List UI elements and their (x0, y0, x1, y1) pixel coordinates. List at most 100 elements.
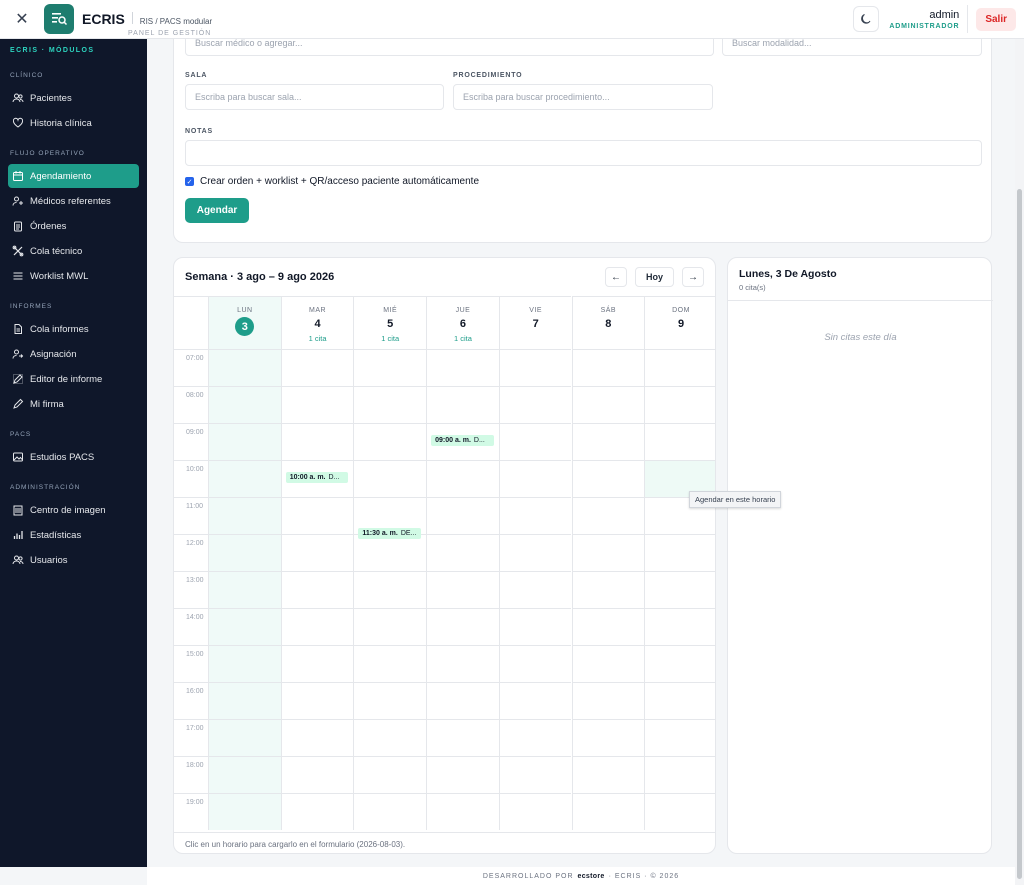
time-slot[interactable] (353, 460, 427, 497)
sala-input[interactable]: Escriba para buscar sala... (185, 84, 444, 110)
sidebar-item[interactable]: Historia clínica (8, 111, 139, 135)
time-slot[interactable] (426, 793, 499, 830)
time-slot[interactable] (208, 682, 281, 719)
day-column-header[interactable]: SÁB 8 (571, 296, 645, 349)
time-slot[interactable] (498, 571, 572, 608)
time-slot[interactable] (644, 645, 715, 682)
time-slot[interactable] (498, 349, 572, 386)
time-slot[interactable] (208, 645, 281, 682)
time-slot[interactable] (208, 534, 281, 571)
time-slot[interactable] (208, 497, 281, 534)
time-slot[interactable] (426, 645, 499, 682)
today-button[interactable]: Hoy (634, 267, 674, 287)
time-slot[interactable] (208, 460, 281, 497)
day-column-header[interactable]: MAR 4 1 cita (280, 296, 354, 349)
sidebar-item[interactable]: Usuarios (8, 548, 139, 572)
time-slot[interactable] (353, 645, 427, 682)
medico-search-input[interactable]: Buscar médico o agregar... (185, 39, 714, 56)
appointment-event[interactable]: 11:30 a. m. DE... (358, 527, 422, 539)
time-slot[interactable] (498, 682, 572, 719)
time-slot[interactable] (280, 349, 354, 386)
sidebar-item[interactable]: Cola técnico (8, 239, 139, 263)
time-slot[interactable] (498, 534, 572, 571)
day-column-header[interactable]: VIE 7 (498, 296, 572, 349)
time-slot[interactable] (571, 423, 645, 460)
time-slot[interactable] (280, 571, 354, 608)
footer-brand[interactable]: ecstore (578, 873, 605, 880)
time-slot[interactable] (280, 608, 354, 645)
time-slot[interactable] (353, 608, 427, 645)
prev-week-button[interactable]: ← (604, 267, 627, 287)
time-slot[interactable] (498, 645, 572, 682)
time-slot[interactable] (498, 719, 572, 756)
time-slot[interactable] (353, 349, 427, 386)
time-slot[interactable] (571, 719, 645, 756)
logout-button[interactable]: Salir (976, 7, 1016, 31)
time-slot[interactable] (498, 793, 572, 830)
time-slot[interactable] (426, 386, 499, 423)
time-slot[interactable] (644, 534, 715, 571)
scrollbar-thumb[interactable] (1017, 189, 1022, 879)
time-slot[interactable] (280, 793, 354, 830)
sidebar-item[interactable]: Estadísticas (8, 523, 139, 547)
appointment-event[interactable]: 09:00 a. m. D... (431, 435, 494, 446)
time-slot[interactable] (571, 608, 645, 645)
modalidad-search-input[interactable]: Buscar modalidad... (722, 39, 982, 56)
sidebar-item[interactable]: Pacientes (8, 86, 139, 110)
time-slot[interactable] (571, 386, 645, 423)
time-slot[interactable] (426, 682, 499, 719)
time-slot[interactable] (644, 719, 715, 756)
time-slot[interactable] (571, 793, 645, 830)
sidebar-item[interactable]: Médicos referentes (8, 189, 139, 213)
time-slot[interactable] (498, 460, 572, 497)
time-slot[interactable] (498, 423, 572, 460)
time-slot[interactable] (571, 349, 645, 386)
sidebar-item[interactable]: Agendamiento (8, 164, 139, 188)
sidebar-item[interactable]: Centro de imagen (8, 498, 139, 522)
time-slot[interactable] (353, 682, 427, 719)
time-slot[interactable] (353, 793, 427, 830)
time-slot[interactable] (426, 756, 499, 793)
time-slot[interactable] (426, 534, 499, 571)
time-slot[interactable] (353, 423, 427, 460)
time-slot[interactable] (280, 386, 354, 423)
agendar-button[interactable]: Agendar (185, 198, 249, 223)
close-icon[interactable]: ✕ (0, 0, 44, 39)
time-slot[interactable] (208, 608, 281, 645)
day-column-header[interactable]: DOM 9 (644, 296, 715, 349)
sidebar-item[interactable]: Órdenes (8, 214, 139, 238)
sidebar-item[interactable]: Editor de informe (8, 367, 139, 391)
time-slot[interactable] (280, 756, 354, 793)
time-slot[interactable] (644, 608, 715, 645)
time-slot[interactable] (353, 756, 427, 793)
time-slot[interactable] (498, 497, 572, 534)
time-slot[interactable] (353, 534, 427, 571)
time-slot[interactable] (280, 645, 354, 682)
sidebar-item[interactable]: Estudios PACS (8, 445, 139, 469)
time-slot[interactable] (353, 571, 427, 608)
time-slot[interactable] (571, 645, 645, 682)
time-slot[interactable] (644, 349, 715, 386)
time-slot[interactable] (353, 386, 427, 423)
day-column-header[interactable]: LUN 3 (208, 296, 281, 349)
time-slot[interactable] (426, 571, 499, 608)
time-slot[interactable] (208, 756, 281, 793)
time-slot[interactable] (280, 682, 354, 719)
time-slot[interactable] (280, 719, 354, 756)
time-slot[interactable] (571, 460, 645, 497)
theme-toggle-button[interactable] (853, 6, 880, 32)
time-slot[interactable] (426, 460, 499, 497)
day-column-header[interactable]: JUE 6 1 cita (426, 296, 499, 349)
time-slot[interactable] (498, 608, 572, 645)
time-slot[interactable] (426, 349, 499, 386)
time-slot[interactable] (353, 719, 427, 756)
time-slot[interactable] (644, 386, 715, 423)
time-slot[interactable] (208, 386, 281, 423)
time-slot[interactable] (208, 349, 281, 386)
time-slot[interactable] (644, 571, 715, 608)
auto-create-checkbox[interactable]: ✓ (185, 177, 194, 186)
sidebar-item[interactable]: Asignación (8, 342, 139, 366)
time-slot[interactable] (644, 423, 715, 460)
next-week-button[interactable]: → (682, 267, 704, 287)
time-slot[interactable] (208, 719, 281, 756)
